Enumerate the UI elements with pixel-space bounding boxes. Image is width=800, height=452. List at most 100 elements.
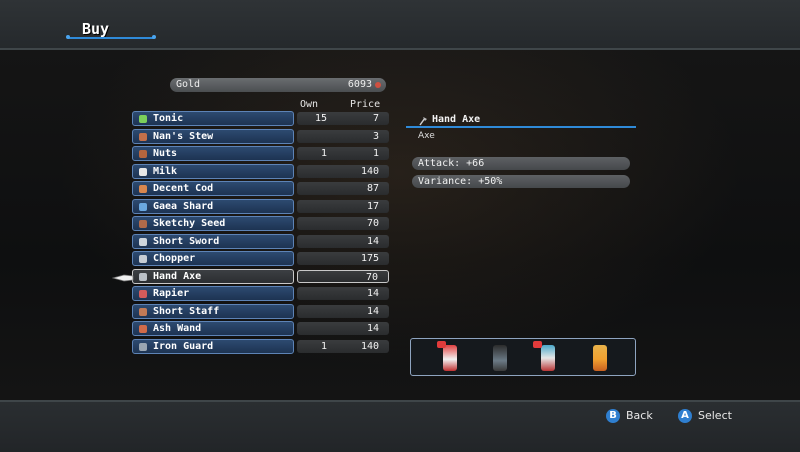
shop-item-row[interactable]: Tonic 15 7	[132, 111, 390, 126]
gold-value: 6093	[347, 79, 372, 90]
detail-item-name: Hand Axe	[432, 114, 481, 125]
wand-icon	[139, 325, 147, 333]
item-own: 1	[320, 340, 327, 352]
item-price: 140	[360, 165, 379, 177]
item-name: Nan's Stew	[153, 130, 214, 142]
item-qty-box: 70	[297, 217, 389, 230]
axe-icon	[139, 272, 147, 281]
select-label: Select	[698, 409, 732, 422]
chopper-icon	[139, 255, 147, 263]
item-name-box: Short Staff	[132, 303, 294, 319]
item-name: Milk	[153, 165, 178, 177]
item-own: 15	[314, 113, 327, 124]
axe-icon	[419, 117, 427, 126]
shop-item-row[interactable]: Gaea Shard 17	[132, 198, 390, 214]
item-name: Chopper	[153, 253, 196, 264]
footer-bar	[0, 400, 800, 452]
party-panel	[410, 338, 636, 376]
item-qty-box: 175	[297, 252, 389, 265]
heart-icon	[437, 341, 446, 348]
rapier-icon	[139, 290, 147, 298]
item-own: 1	[320, 148, 327, 159]
item-qty-box: 140	[297, 164, 389, 178]
item-price: 14	[366, 288, 379, 299]
item-name: Iron Guard	[153, 340, 214, 352]
item-qty-box: 14	[297, 322, 389, 335]
item-price: 3	[372, 130, 379, 142]
item-qty-box: 87	[297, 182, 389, 195]
shop-item-row[interactable]: Milk 140	[132, 163, 390, 179]
shop-item-row[interactable]: Decent Cod 87	[132, 181, 390, 196]
item-name: Decent Cod	[153, 183, 214, 194]
staff-icon	[139, 307, 147, 316]
shop-item-row[interactable]: Nan's Stew 3	[132, 128, 390, 144]
shop-item-row[interactable]: Sketchy Seed 70	[132, 216, 390, 231]
item-price: 1	[372, 148, 379, 159]
stew-icon	[139, 132, 147, 141]
item-qty-box: 15 7	[297, 112, 389, 125]
item-name: Ash Wand	[153, 323, 202, 334]
gold-label: Gold	[176, 79, 201, 90]
item-name-box: Nan's Stew	[132, 128, 294, 144]
party-member-avatar	[493, 345, 507, 371]
item-price: 14	[366, 305, 379, 317]
shop-item-row[interactable]: Chopper 175	[132, 251, 390, 266]
item-qty-box: 14	[297, 304, 389, 318]
item-name-box: Iron Guard	[132, 338, 294, 354]
item-price: 140	[360, 340, 379, 352]
item-name-box: Sketchy Seed	[132, 216, 294, 231]
shop-item-row[interactable]: Rapier 14	[132, 286, 390, 301]
potion-icon	[139, 115, 147, 123]
shop-item-row[interactable]: Short Sword 14	[132, 233, 390, 249]
nuts-icon	[139, 150, 147, 158]
shard-icon	[139, 202, 147, 211]
item-price: 87	[366, 183, 379, 194]
header-bar	[0, 0, 800, 50]
back-label: Back	[626, 409, 653, 422]
variance-stat: Variance: +50%	[412, 175, 630, 188]
gold-display: Gold 6093	[170, 78, 386, 92]
item-name: Tonic	[153, 113, 184, 124]
shop-item-row[interactable]: Iron Guard 1 140	[132, 338, 390, 354]
item-name: Gaea Shard	[153, 200, 214, 212]
armor-icon	[139, 342, 147, 351]
item-name: Rapier	[153, 288, 190, 299]
item-price: 7	[372, 113, 379, 124]
fish-icon	[139, 185, 147, 193]
coin-icon	[375, 82, 381, 88]
shop-item-row-selected[interactable]: Hand Axe 70	[132, 268, 390, 284]
seed-icon	[139, 220, 147, 228]
shop-item-row[interactable]: Short Staff 14	[132, 303, 390, 319]
item-name-box: Ash Wand	[132, 321, 294, 336]
party-member-avatar	[437, 341, 457, 371]
item-qty-box: 14	[297, 287, 389, 300]
item-name-box: Rapier	[132, 286, 294, 301]
item-name-box: Hand Axe	[132, 268, 294, 284]
shop-item-row[interactable]: Ash Wand 14	[132, 321, 390, 336]
sword-icon	[139, 237, 147, 246]
item-name: Short Staff	[153, 305, 220, 317]
item-name-box: Milk	[132, 163, 294, 179]
item-price: 70	[365, 271, 378, 283]
party-member-avatar	[593, 345, 607, 371]
item-qty-box: 14	[297, 234, 389, 248]
item-name-box: Tonic	[132, 111, 294, 126]
item-price: 17	[366, 200, 379, 212]
select-hint[interactable]: A Select	[678, 409, 732, 423]
shop-item-row[interactable]: Nuts 11	[132, 146, 390, 161]
item-name: Sketchy Seed	[153, 218, 226, 229]
item-qty-box: 17	[297, 199, 389, 213]
background-scene	[0, 50, 800, 400]
column-own: Own	[300, 99, 319, 110]
item-price: 14	[366, 235, 379, 247]
party-member-avatar	[533, 341, 555, 371]
item-name: Short Sword	[153, 235, 220, 247]
item-price: 175	[360, 253, 379, 264]
item-qty-box: 70	[297, 269, 389, 283]
item-qty-box: 11	[297, 147, 389, 160]
a-button-icon: A	[678, 409, 692, 423]
detail-item-type: Axe	[418, 131, 435, 141]
item-name-box: Gaea Shard	[132, 198, 294, 214]
back-hint[interactable]: B Back	[606, 409, 653, 423]
item-name-box: Nuts	[132, 146, 294, 161]
